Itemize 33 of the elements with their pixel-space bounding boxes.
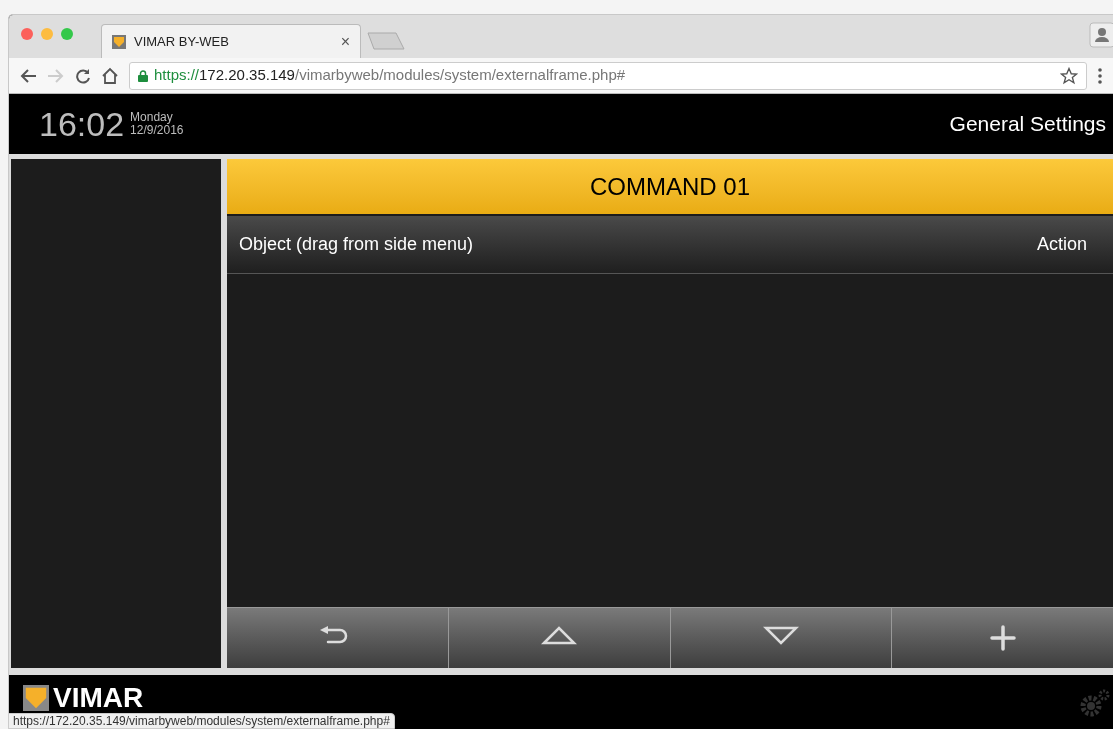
brand-logo-text: VIMAR xyxy=(53,685,144,711)
back-arrow-icon[interactable] xyxy=(19,67,37,84)
weekday-label: Monday xyxy=(130,111,174,124)
forward-arrow-icon[interactable] xyxy=(47,67,65,84)
back-button[interactable] xyxy=(227,608,448,668)
star-icon[interactable] xyxy=(1060,66,1078,85)
date-label: 12/9/2016 xyxy=(130,124,184,137)
url-scheme: https:// xyxy=(154,66,200,84)
column-header: Object (drag from side menu) xyxy=(239,233,474,256)
browser-tab[interactable]: VIMAR BY-WEB × xyxy=(101,24,361,58)
clock-time: 16:02 xyxy=(39,107,125,141)
url-path: /vimarbyweb/modules/system/externalframe.php# xyxy=(294,66,626,84)
lock-icon xyxy=(138,69,148,82)
shield-logo-icon xyxy=(23,685,49,711)
shield-logo-icon xyxy=(112,34,126,49)
command-title: COMMAND 01 xyxy=(227,159,1113,214)
new-tab-icon[interactable] xyxy=(367,32,405,50)
status-bar-url: https://172.20.35.149/vimarbyweb/modules/system/externalframe.php# xyxy=(8,713,395,729)
reload-icon[interactable] xyxy=(75,67,91,84)
column-header: Action xyxy=(1036,233,1087,256)
tab-close-button[interactable]: × xyxy=(340,29,350,54)
down-button[interactable] xyxy=(669,608,892,668)
url-host: 172.20.35.149 xyxy=(199,66,295,84)
menu-icon[interactable] xyxy=(1097,66,1103,85)
address-bar[interactable]: https://172.20.35.149/vimarbyweb/modules/system/externalframe.php# xyxy=(129,61,1087,90)
close-window-icon[interactable] xyxy=(21,28,33,40)
page-title: General Settings xyxy=(949,111,1106,138)
home-icon[interactable] xyxy=(101,66,119,85)
tab-title: VIMAR BY-WEB xyxy=(134,32,230,51)
add-button[interactable] xyxy=(891,608,1113,668)
maximize-window-icon[interactable] xyxy=(61,28,73,40)
profile-icon[interactable] xyxy=(1089,22,1113,48)
up-button[interactable] xyxy=(447,608,670,668)
